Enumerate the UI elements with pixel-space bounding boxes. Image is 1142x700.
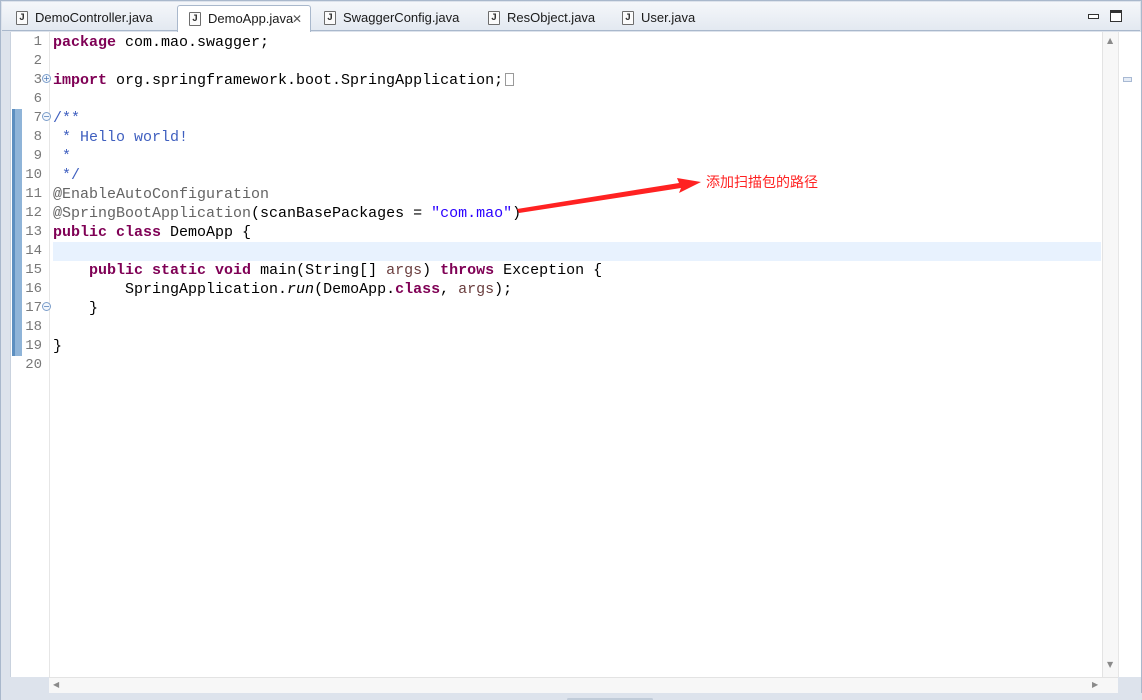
editor-window: DemoController.java DemoApp.java ✕ Swagg… (0, 0, 1142, 700)
annotation-label: 添加扫描包的路径 (706, 175, 818, 191)
overview-ruler[interactable] (1118, 32, 1141, 677)
scroll-right-icon[interactable]: ▶ (1092, 680, 1098, 689)
overview-marker[interactable] (1123, 77, 1132, 82)
horizontal-scrollbar[interactable]: ◀ ▶ (49, 677, 1118, 693)
scroll-up-icon[interactable]: ▲ (1107, 36, 1113, 45)
annotation-arrow (517, 178, 701, 213)
vertical-scrollbar[interactable]: ▲ ▼ (1102, 32, 1118, 677)
scroll-left-icon[interactable]: ◀ (53, 680, 59, 689)
scroll-down-icon[interactable]: ▼ (1107, 660, 1113, 669)
arrow-shape (517, 178, 701, 213)
